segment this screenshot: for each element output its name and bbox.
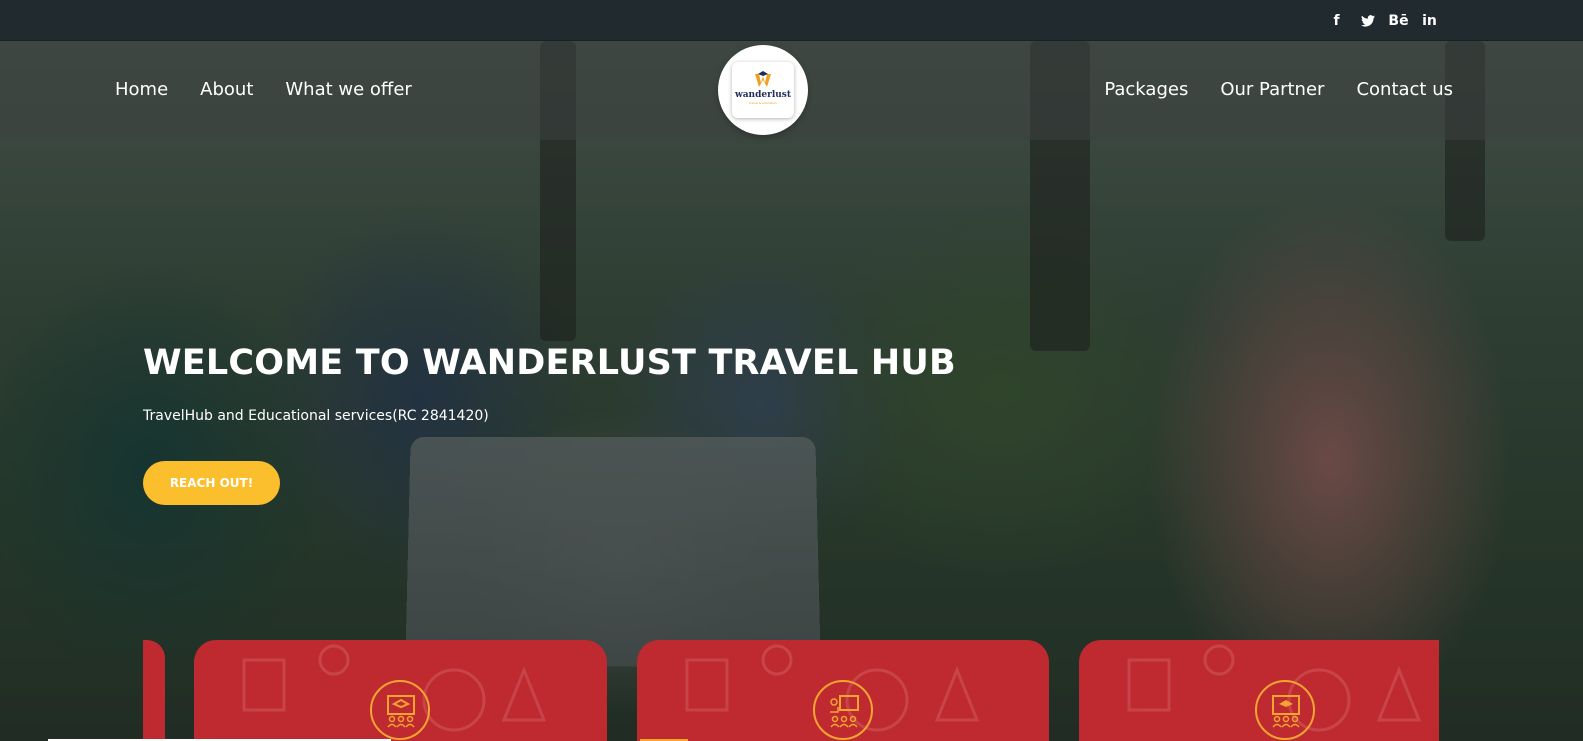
site-logo[interactable]: wanderlust travel & education: [718, 45, 808, 135]
logo-text: wanderlust: [734, 90, 792, 100]
facebook-icon[interactable]: f: [1321, 11, 1352, 31]
nav-left: Home About What we offer: [115, 78, 412, 102]
twitter-icon[interactable]: [1352, 11, 1383, 31]
hero-subtitle: TravelHub and Educational services(RC 28…: [143, 408, 489, 424]
top-bar: f Bē in: [0, 0, 1583, 41]
nav-contact-us[interactable]: Contact us: [1356, 78, 1453, 102]
graduation-board-icon: [1255, 680, 1315, 740]
linkedin-icon[interactable]: in: [1414, 11, 1445, 31]
nav-our-partner[interactable]: Our Partner: [1220, 78, 1324, 102]
feature-card[interactable]: [1079, 640, 1439, 741]
nav-what-we-offer[interactable]: What we offer: [285, 78, 411, 102]
logo-badge: wanderlust travel & education: [732, 62, 794, 118]
nav-about[interactable]: About: [200, 78, 253, 102]
reach-out-button[interactable]: REACH OUT!: [143, 461, 280, 505]
nav-home[interactable]: Home: [115, 78, 168, 102]
presentation-class-icon: [813, 680, 873, 740]
social-links: f Bē in: [1321, 11, 1445, 31]
hero-background-image: [0, 41, 1583, 741]
feature-card-partial: [143, 640, 165, 741]
hero-overlay: [0, 41, 1583, 741]
logo-mark-icon: [755, 71, 771, 87]
nav-packages[interactable]: Packages: [1104, 78, 1188, 102]
hero-title: WELCOME TO WANDERLUST TRAVEL HUB: [143, 343, 956, 383]
feature-card[interactable]: [637, 640, 1049, 741]
feature-card[interactable]: [194, 640, 607, 741]
graduation-class-icon: [370, 680, 430, 740]
logo-subtext: travel & education: [749, 101, 777, 105]
nav-right: Packages Our Partner Contact us: [1104, 78, 1453, 102]
behance-icon[interactable]: Bē: [1383, 11, 1414, 31]
